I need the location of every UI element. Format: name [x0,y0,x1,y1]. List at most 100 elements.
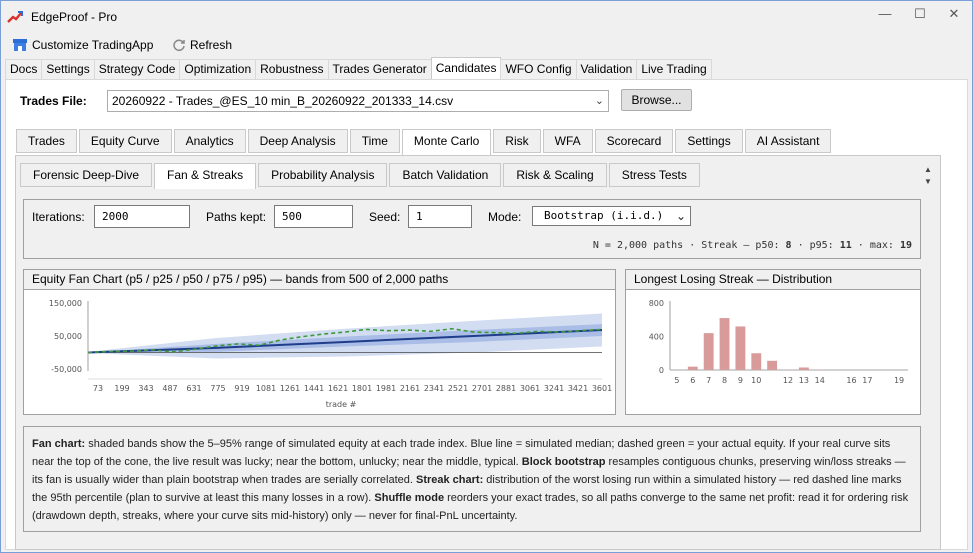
seed-input[interactable]: 1 [408,205,472,228]
streak-bar [735,326,746,370]
x-tick-label: 1981 [376,384,396,393]
maximize-button[interactable]: ☐ [910,6,930,22]
y-tick-label: 0 [659,366,664,375]
close-button[interactable]: ✕ [944,6,964,22]
x-tick-label: 19 [894,376,904,385]
tab-equity-curve[interactable]: Equity Curve [78,129,172,153]
tab-deep-analysis[interactable]: Deep Analysis [247,129,348,153]
summary-mid: · p95: [791,240,840,251]
app-window: EdgeProof - Pro — ☐ ✕ Customize TradingA… [0,0,973,553]
x-tick-label: 199 [114,384,129,393]
paths-kept-input[interactable]: 500 [274,205,353,228]
monte-carlo-panel: Forensic Deep-Dive Fan & Streaks Probabi… [15,155,941,550]
x-tick-label: 919 [234,384,249,393]
minimize-button[interactable]: — [875,6,895,22]
note-block-label: Block bootstrap [521,456,606,468]
trades-file-select[interactable]: 20260922 - Trades_@ES_10 min_B_20260922_… [107,90,609,112]
tab-time[interactable]: Time [349,129,400,153]
tab-stress-tests[interactable]: Stress Tests [608,163,700,187]
equity-fan-chart-panel: Equity Fan Chart (p5 / p25 / p50 / p75 /… [23,269,616,415]
x-tick-label: 3241 [544,384,564,393]
tab-forensic-deep-dive[interactable]: Forensic Deep-Dive [20,163,153,187]
analysis-tab-strip: Trades Equity Curve Analytics Deep Analy… [16,129,833,156]
refresh-button[interactable]: Refresh [172,36,232,54]
tab-live-trading[interactable]: Live Trading [636,59,712,79]
y-tick-label: -50,000 [51,365,82,374]
note-streak-label: Streak chart: [415,474,484,486]
x-tick-label: 3061 [520,384,540,393]
x-tick-label: 343 [138,384,153,393]
refresh-label: Refresh [190,38,233,52]
x-tick-label: 1621 [328,384,348,393]
y-tick-label: 400 [649,333,664,342]
refresh-icon [173,39,185,52]
note-shuffle-label: Shuffle mode [374,492,445,504]
tab-wfa[interactable]: WFA [542,129,593,153]
x-tick-label: 16 [846,376,856,385]
x-axis-label: trade # [326,400,357,409]
tab-settings[interactable]: Settings [41,59,95,79]
x-tick-label: 12 [783,376,793,385]
tab-fan-streaks[interactable]: Fan & Streaks [154,163,257,189]
trades-file-value: 20260922 - Trades_@ES_10 min_B_20260922_… [112,94,454,108]
store-icon [13,39,27,51]
tab-validation[interactable]: Validation [575,59,638,79]
summary-max: 19 [899,240,912,251]
iterations-label: Iterations: [32,210,85,224]
tab-risk[interactable]: Risk [493,129,541,153]
x-tick-label: 1261 [280,384,300,393]
streak-bar [767,360,778,370]
summary-mid2: · max: [851,240,900,251]
browse-button[interactable]: Browse... [621,89,692,111]
main-tab-strip: Docs Settings Strategy Code Optimization… [5,57,712,79]
tab-candidates[interactable]: Candidates [430,57,502,79]
tab-docs[interactable]: Docs [5,59,43,79]
x-tick-label: 13 [799,376,809,385]
monte-carlo-tab-strip: Forensic Deep-Dive Fan & Streaks Probabi… [20,163,702,189]
x-tick-label: 487 [162,384,177,393]
y-tick-label: 50,000 [54,332,82,341]
losing-streak-chart-panel: Longest Losing Streak — Distribution 800… [625,269,921,415]
tab-batch-validation[interactable]: Batch Validation [389,163,502,187]
customize-tradingapp-button[interactable]: Customize TradingApp [12,36,153,54]
x-tick-label: 2341 [424,384,444,393]
tab-analytics[interactable]: Analytics [173,129,246,153]
tab-monte-carlo[interactable]: Monte Carlo [401,129,492,156]
x-tick-label: 1441 [304,384,324,393]
scroll-up-icon[interactable]: ▲ [922,164,934,176]
title-bar: EdgeProof - Pro — ☐ ✕ [1,1,972,32]
tab-analysis-settings[interactable]: Settings [675,129,743,153]
tab-optimization[interactable]: Optimization [179,59,257,79]
chevron-down-icon: ⌄ [594,95,604,107]
tab-robustness[interactable]: Robustness [255,59,329,79]
streak-summary: N = 2,000 paths · Streak — p50: 8 · p95:… [593,240,912,251]
x-tick-label: 5 [674,376,679,385]
x-tick-label: 1081 [256,384,276,393]
seed-label: Seed: [369,210,401,224]
x-tick-label: 775 [210,384,225,393]
customize-label: Customize TradingApp [32,38,154,52]
tab-risk-scaling[interactable]: Risk & Scaling [503,163,607,187]
mode-select[interactable]: Bootstrap (i.i.d.) ⌄ [532,206,691,226]
x-tick-label: 9 [738,376,743,385]
toolbar: Customize TradingApp Refresh [1,32,972,58]
tab-scroll-arrows[interactable]: ▲ ▼ [922,164,934,190]
x-tick-label: 2521 [448,384,468,393]
tab-ai-assistant[interactable]: AI Assistant [744,129,832,153]
streak-bar [687,366,698,370]
summary-p95: 11 [839,240,852,251]
x-tick-label: 14 [815,376,825,385]
summary-prefix: N = 2,000 paths · Streak — p50: [592,240,786,251]
streak-bar [719,318,730,370]
scroll-down-icon[interactable]: ▼ [922,176,934,188]
tab-probability-analysis[interactable]: Probability Analysis [258,163,388,187]
tab-scorecard[interactable]: Scorecard [594,129,674,153]
losing-streak-chart: 800 400 0 5 6 7 8 9 10 12 13 14 16 17 19 [649,299,908,385]
tab-trades-generator[interactable]: Trades Generator [327,59,432,79]
tab-strategy-code[interactable]: Strategy Code [93,59,181,79]
tab-trades[interactable]: Trades [16,129,77,153]
y-tick-label: 800 [649,299,664,308]
tab-wfo-config[interactable]: WFO Config [500,59,577,79]
x-tick-label: 73 [93,384,103,393]
iterations-input[interactable]: 2000 [94,205,190,228]
